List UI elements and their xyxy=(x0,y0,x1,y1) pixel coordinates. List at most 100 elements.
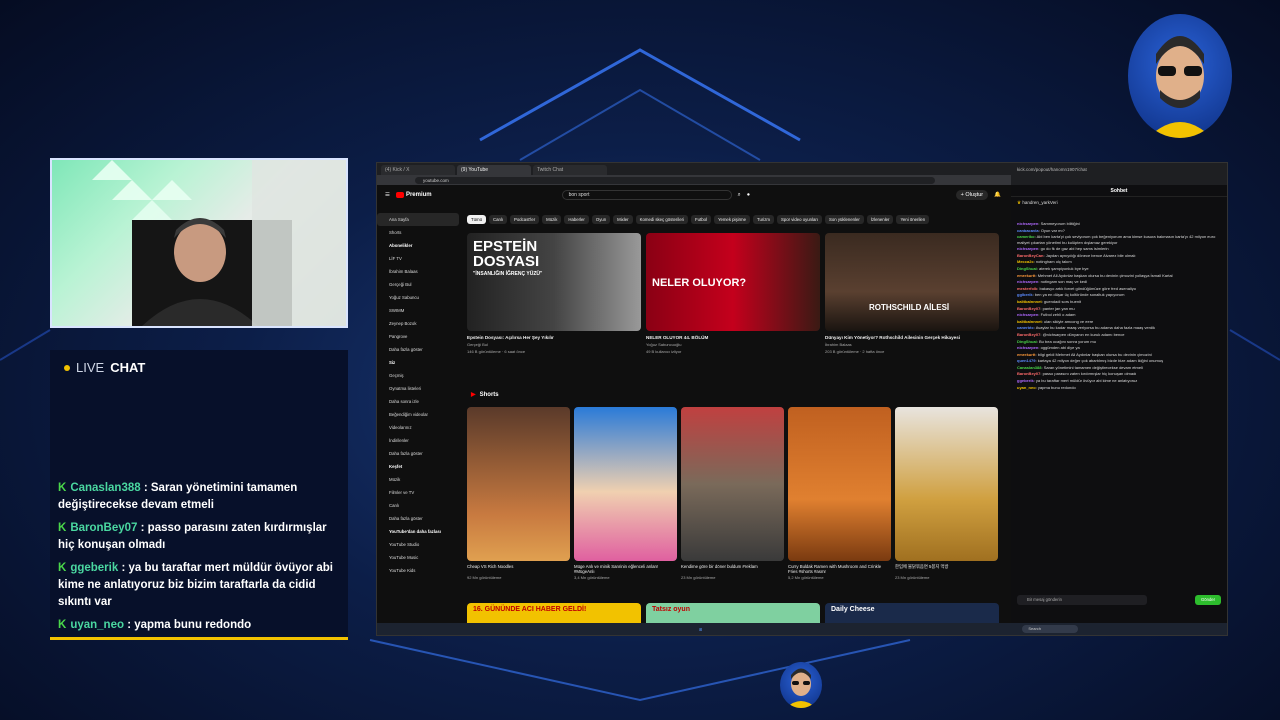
video-card[interactable]: ROTHSCHILD AİLESİ Dünyayı Kim Yönetiyor?… xyxy=(825,233,999,354)
youtube-logo[interactable]: Premium xyxy=(395,192,432,198)
short-views: 23 Mn görüntüleme xyxy=(895,575,930,580)
short-title[interactable]: Kendime göre bir döner buldum #reklam xyxy=(681,564,784,574)
sidebar-item[interactable]: Daha fazla göster xyxy=(377,343,459,356)
sidebar-item[interactable]: Oynatma listeleri xyxy=(377,382,459,395)
top-user: handren_yarkVeri xyxy=(1022,200,1058,205)
message-user: uyan_neo xyxy=(70,619,124,631)
sidebar-item[interactable]: LİF TV xyxy=(377,252,459,265)
short-title[interactable]: Cheap VS Rich Noodles xyxy=(467,564,570,574)
search-input[interactable]: bon sport xyxy=(561,190,732,200)
sidebar-item[interactable]: Canlı xyxy=(377,499,459,512)
sidebar-item[interactable]: Zeynep Bozok xyxy=(377,317,459,330)
taskbar-search[interactable]: Search xyxy=(1022,625,1079,633)
video-card[interactable]: NELER OLUYOR? NELER OLUYOR 44. BÖLÜM Yoğ… xyxy=(646,233,820,354)
chip[interactable]: Canlı xyxy=(488,215,508,224)
video-thumbnail[interactable]: NELER OLUYOR? xyxy=(646,233,820,331)
chip[interactable]: Tümü xyxy=(467,215,486,224)
chip[interactable]: Yeni önerilen xyxy=(896,215,930,224)
sidebar-item[interactable]: Müzik xyxy=(377,473,459,486)
browser-tab[interactable]: Twitch Chat xyxy=(533,165,607,175)
sidebar-item[interactable]: Pangrove xyxy=(377,330,459,343)
sidebar-item[interactable]: Daha fazla göster xyxy=(377,447,459,460)
sidebar-item[interactable]: Beğendiğim videolar xyxy=(377,408,459,421)
short-title[interactable]: Curry Buldak Ramen with Mushroom and Cri… xyxy=(788,564,891,574)
sidebar-item[interactable]: Geçmiş xyxy=(377,369,459,382)
live-label: LIVE xyxy=(76,360,105,375)
chip[interactable]: Haberler xyxy=(564,215,589,224)
url-field[interactable]: youtube.com xyxy=(415,176,935,184)
top-supporter: ♛ handren_yarkVeri xyxy=(1011,197,1227,219)
sidebar-section[interactable]: Siz xyxy=(377,356,459,369)
short-thumbnail[interactable] xyxy=(788,407,891,561)
short-card[interactable]: Müge Anlı ve minik Sanrinin eğlenceli an… xyxy=(574,407,677,580)
short-thumbnail[interactable] xyxy=(574,407,677,561)
chip[interactable]: Komedi skeç gösterileri xyxy=(635,215,689,224)
browser-tab-active[interactable]: (9) YouTube xyxy=(457,165,531,175)
sidebar-item[interactable]: Gerçeği Bul xyxy=(377,278,459,291)
chip[interactable]: Podcast'ler xyxy=(510,215,540,224)
sidebar-item[interactable]: İndirilenler xyxy=(377,434,459,447)
chip[interactable]: Müzik xyxy=(542,215,562,224)
notifications-icon[interactable]: 🔔 xyxy=(994,192,1001,198)
short-title[interactable]: Müge Anlı ve minik Sanrinin eğlenceli an… xyxy=(574,564,677,574)
short-thumbnail[interactable] xyxy=(895,407,998,561)
create-button[interactable]: + Oluştur xyxy=(955,190,989,200)
sidebar-item[interactable]: YouTube Kids xyxy=(377,564,459,577)
chip[interactable]: İzlenenler xyxy=(866,215,894,224)
video-thumbnail[interactable]: ROTHSCHILD AİLESİ xyxy=(825,233,999,331)
chip[interactable]: Oyun xyxy=(591,215,611,224)
video-thumbnail[interactable]: 16. GÜNÜNDE ACI HABER GELDİ! xyxy=(467,603,641,623)
short-thumbnail[interactable] xyxy=(467,407,570,561)
video-title[interactable]: Epstein Dosyası: Açılırsa Her Şey Yıkılı… xyxy=(467,335,641,340)
chip[interactable]: Spor video oyunları xyxy=(776,215,823,224)
chat-popout-url[interactable]: kick.com/popout/hanomn1907/chat xyxy=(1011,163,1227,185)
short-card[interactable]: Curry Buldak Ramen with Mushroom and Cri… xyxy=(788,407,891,580)
video-title[interactable]: Dünyayı Kim Yönetiyor? Rothschild Ailesi… xyxy=(825,335,999,340)
sidebar-section[interactable]: YouTube'dan daha fazlası xyxy=(377,525,459,538)
chip[interactable]: Son yüklenenler xyxy=(825,215,864,224)
chat-message: Mecca2c: notingham olç takım xyxy=(1017,259,1072,265)
send-button[interactable]: Gönder xyxy=(1195,595,1221,605)
sidebar-item[interactable]: İbrahim Balaas xyxy=(377,265,459,278)
mic-icon[interactable]: ● xyxy=(747,192,750,198)
video-card[interactable]: EPSTEİN DOSYASI "İNSANLIĞIN İĞRENÇ YÜZÜ" … xyxy=(467,233,641,354)
short-card[interactable]: 한입에 불닭볶음면 5봉지 먹방 23 Mn görüntüleme xyxy=(895,407,998,580)
chip[interactable]: Mixler xyxy=(613,215,633,224)
chat-input[interactable]: Bir mesaj gönderin xyxy=(1017,595,1147,605)
message-user: ggeberik xyxy=(70,562,119,574)
search-icon[interactable]: ⌕ xyxy=(738,192,741,199)
video-title[interactable]: NELER OLUYOR 44. BÖLÜM xyxy=(646,335,820,340)
chip[interactable]: Yemek pişirme xyxy=(713,215,751,224)
sidebar-item[interactable]: SWIMM xyxy=(377,304,459,317)
video-channel[interactable]: Gerçeği Bul xyxy=(467,342,641,347)
browser-tab[interactable]: (4) Kick / X xyxy=(381,165,455,175)
video-thumbnail[interactable]: Daily Cheese xyxy=(825,603,999,623)
short-title[interactable]: 한입에 불닭볶음면 5봉지 먹방 xyxy=(895,564,998,574)
sidebar-item[interactable]: Daha sonra izle xyxy=(377,395,459,408)
youtube-play-icon xyxy=(395,192,404,198)
chip[interactable]: Turizm xyxy=(753,215,774,224)
video-thumbnail[interactable]: Tatsız oyun xyxy=(646,603,820,623)
sidebar-item[interactable]: Ana Sayfa xyxy=(377,213,459,226)
video-channel[interactable]: Yoğuz Sabuncuoğlu xyxy=(646,342,820,347)
sidebar-item[interactable]: Daha fazla göster xyxy=(377,512,459,525)
short-card[interactable]: Cheap VS Rich Noodles 92 Mn görüntüleme xyxy=(467,407,570,580)
video-channel[interactable]: İbrahim Balaas xyxy=(825,342,999,347)
sidebar-item[interactable]: Filmler ve TV xyxy=(377,486,459,499)
short-card[interactable]: Kendime göre bir döner buldum #reklam 23… xyxy=(681,407,784,580)
chat-message: emrekurtt: bilgi geldi Mehmet Ali Aydınl… xyxy=(1017,351,1152,357)
windows-start-icon[interactable]: ⊞ xyxy=(699,627,702,632)
menu-icon[interactable]: ☰ xyxy=(385,192,390,198)
sidebar-item[interactable]: Yoğuz Sabuncu xyxy=(377,291,459,304)
short-thumbnail[interactable] xyxy=(681,407,784,561)
sidebar-item[interactable]: Videolarınız xyxy=(377,421,459,434)
sidebar-item[interactable]: YouTube Studio xyxy=(377,538,459,551)
chip[interactable]: Futbol xyxy=(691,215,711,224)
chat-message: mesterfolk: bakasyo artık forvet göndüğü… xyxy=(1017,285,1136,291)
sidebar-item[interactable]: YouTube Music xyxy=(377,551,459,564)
sidebar-section[interactable]: Abonelikler xyxy=(377,239,459,252)
sidebar-section[interactable]: Keşfet xyxy=(377,460,459,473)
chat-message: uyan_neo: yapma bunu redondo xyxy=(1017,384,1076,390)
sidebar-item[interactable]: Shorts xyxy=(377,226,459,239)
video-thumbnail[interactable]: EPSTEİN DOSYASI "İNSANLIĞIN İĞRENÇ YÜZÜ" xyxy=(467,233,641,331)
